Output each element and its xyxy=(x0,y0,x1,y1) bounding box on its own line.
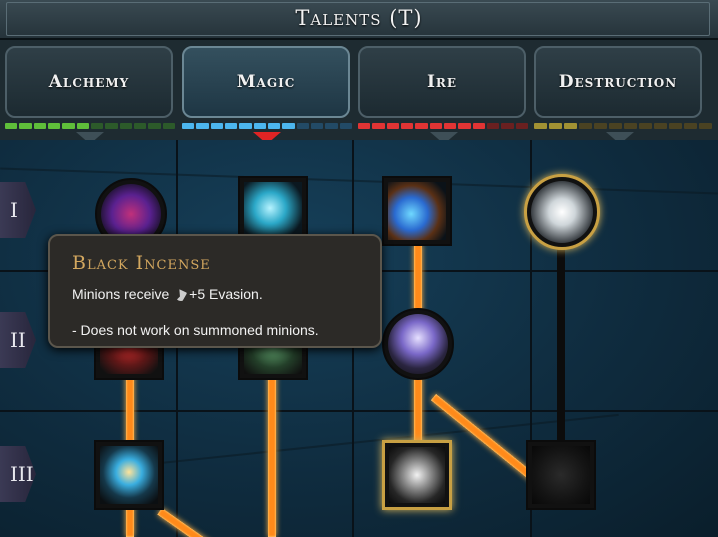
spirit-brazier-icon xyxy=(388,314,448,374)
alchemy-progress-bar xyxy=(5,123,175,129)
destruction-progress-bar xyxy=(534,123,712,129)
evasion-icon xyxy=(175,289,188,302)
tab-alchemy[interactable]: Alchemy xyxy=(5,46,173,118)
magic-progress-bar xyxy=(182,123,352,129)
window-title: Talents (T) xyxy=(295,6,423,30)
talent-tooltip: Black Incense Minions receive +5 Evasion… xyxy=(48,234,382,348)
tooltip-effect-suffix: +5 Evasion. xyxy=(189,286,263,302)
magic-talent-link xyxy=(268,370,276,537)
destruction-locked-link xyxy=(557,240,565,440)
destruction-talent-1[interactable] xyxy=(524,174,600,250)
row-tag-1: I xyxy=(0,182,36,238)
tab-magic-label: Magic xyxy=(236,72,296,92)
row-tag-2: II xyxy=(0,312,36,368)
tab-alchemy-label: Alchemy xyxy=(48,72,130,92)
clawed-hand-icon xyxy=(389,447,445,503)
ire-progress-bar xyxy=(358,123,528,129)
spectral-claw-icon xyxy=(244,182,302,240)
glowing-chalice-icon xyxy=(100,446,158,504)
open-book-icon xyxy=(531,181,593,243)
ire-talent-2[interactable] xyxy=(382,308,454,380)
tooltip-effect-line: Minions receive +5 Evasion. xyxy=(72,286,263,302)
tooltip-note-line: - Does not work on summoned minions. xyxy=(72,322,319,338)
tab-destruction-label: Destruction xyxy=(558,72,678,92)
ire-talent-3[interactable] xyxy=(382,440,452,510)
tooltip-title: Black Incense xyxy=(72,252,211,274)
tab-destruction[interactable]: Destruction xyxy=(534,46,702,118)
title-bar: Talents (T) xyxy=(0,0,718,40)
row-tag-3: III xyxy=(0,446,36,502)
ire-talent-link xyxy=(414,376,422,446)
tab-magic[interactable]: Magic xyxy=(182,46,350,118)
tooltip-effect-prefix: Minions receive xyxy=(72,286,170,302)
row-divider xyxy=(0,410,718,412)
alchemy-branch-link xyxy=(157,508,228,537)
dark-claw-icon xyxy=(532,446,590,504)
tab-ire[interactable]: Ire xyxy=(358,46,526,118)
ghost-boot-icon xyxy=(388,182,446,240)
talent-tabs: Alchemy Magic Ire Destruction xyxy=(0,40,718,144)
ire-talent-1[interactable] xyxy=(382,176,452,246)
tab-ire-label: Ire xyxy=(426,72,458,92)
destruction-talent-3[interactable] xyxy=(526,440,596,510)
alchemy-talent-3[interactable] xyxy=(94,440,164,510)
